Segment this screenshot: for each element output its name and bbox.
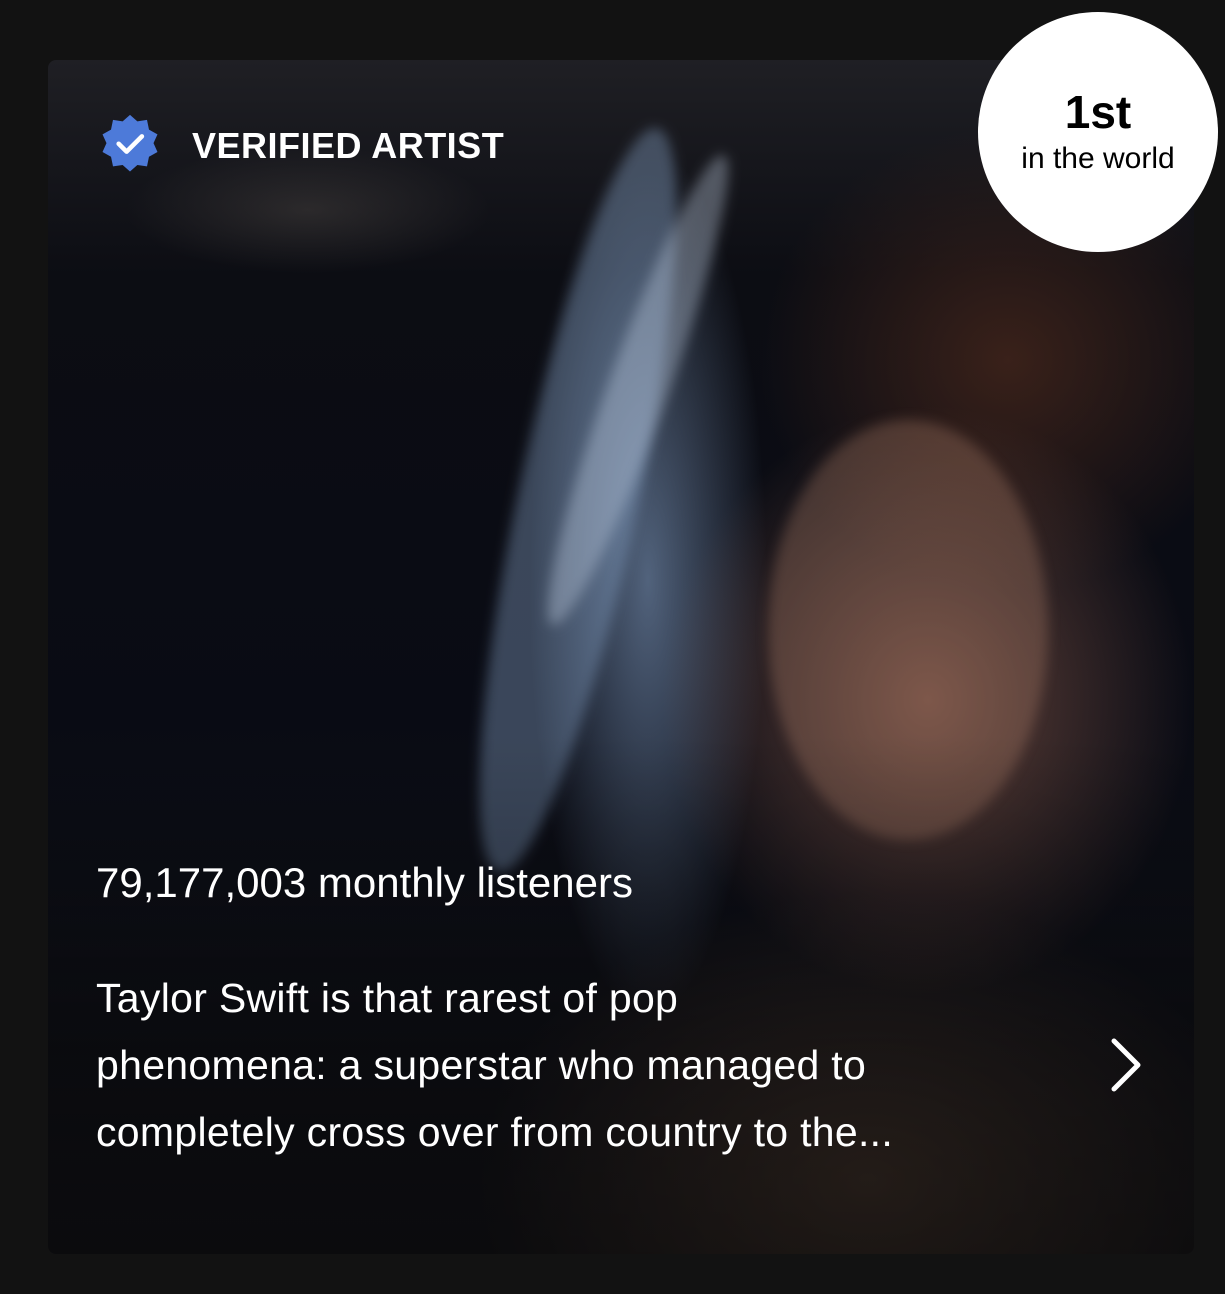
world-rank-label: in the world	[1021, 142, 1175, 175]
verified-artist-row: VERIFIED ARTIST	[96, 112, 504, 180]
artist-photo-highlight	[768, 420, 1048, 840]
artist-photo-highlight	[524, 144, 752, 636]
verified-artist-label: VERIFIED ARTIST	[192, 125, 505, 166]
artist-bio-line: phenomena: a superstar who managed to	[96, 1042, 867, 1088]
chevron-right-icon[interactable]	[1106, 1035, 1146, 1095]
monthly-listeners: 79,177,003 monthly listeners	[96, 859, 633, 906]
world-rank-value: 1st	[1064, 86, 1132, 138]
verified-badge-icon	[102, 114, 158, 172]
world-rank-badge: 1st in the world	[978, 12, 1218, 252]
artist-bio[interactable]: Taylor Swift is that rarest of pop pheno…	[96, 965, 1056, 1166]
artist-bio-line: completely cross over from country to th…	[96, 1109, 894, 1155]
artist-about-section: VERIFIED ARTIST 79,177,003 monthly liste…	[0, 0, 1225, 1294]
artist-photo-highlight	[440, 115, 716, 885]
artist-about-card[interactable]: VERIFIED ARTIST 79,177,003 monthly liste…	[48, 60, 1194, 1254]
artist-bio-line: Taylor Swift is that rarest of pop	[96, 975, 679, 1021]
